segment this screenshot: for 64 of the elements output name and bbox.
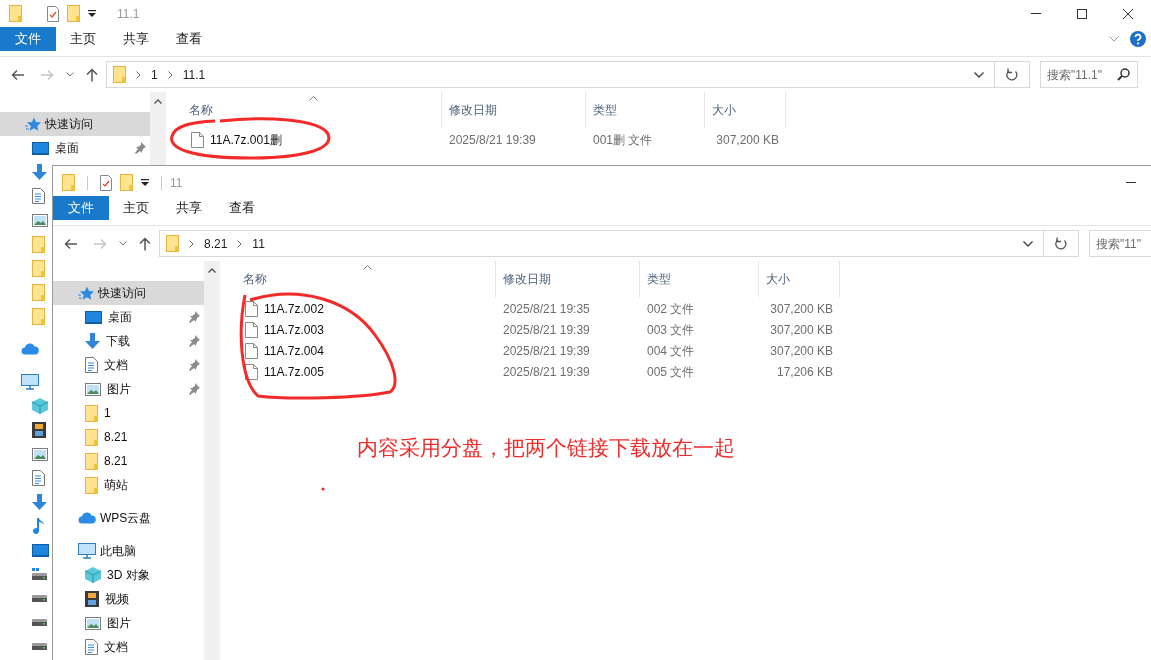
breadcrumb-link[interactable]: 11.1 bbox=[182, 65, 206, 84]
sidebar-item[interactable]: 图片 bbox=[53, 377, 204, 401]
file-name[interactable]: 11A.7z.001删 bbox=[210, 130, 282, 149]
sidebar-item[interactable]: 3D 对象 bbox=[53, 563, 204, 587]
modified-date: 2025/8/21 19:39 bbox=[448, 131, 537, 149]
search-field[interactable]: 搜索"11" bbox=[1089, 230, 1151, 257]
column-header[interactable]: 名称 bbox=[220, 261, 496, 297]
sidebar-item[interactable]: 视频 bbox=[53, 587, 204, 611]
file-menu-button[interactable]: 文件 bbox=[0, 27, 56, 51]
column-header[interactable]: 类型 bbox=[640, 261, 759, 297]
file-size: 307,200 KB bbox=[715, 131, 780, 149]
file-type: 001删 文件 bbox=[592, 131, 654, 149]
file-size: 307,200 KB bbox=[769, 321, 834, 339]
sidebar-item[interactable]: 8.21 bbox=[53, 449, 204, 473]
file-menu-button[interactable]: 文件 bbox=[53, 196, 109, 220]
modified-date: 2025/8/21 19:39 bbox=[502, 363, 591, 381]
sidebar-item[interactable]: 8.21 bbox=[53, 425, 204, 449]
sidebar-item[interactable]: WPS云盘 bbox=[53, 506, 204, 530]
ribbon-tab[interactable]: 共享 bbox=[162, 196, 215, 220]
sidebar-item[interactable]: 1 bbox=[53, 401, 204, 425]
ribbon-tab[interactable]: 主页 bbox=[109, 196, 162, 220]
file-size: 17,206 KB bbox=[775, 363, 834, 381]
ribbon-tab[interactable]: 查看 bbox=[162, 27, 215, 51]
sidebar-item[interactable]: 下载 bbox=[53, 329, 204, 353]
modified-date: 2025/8/21 19:35 bbox=[502, 300, 591, 318]
column-header[interactable]: 大小 bbox=[759, 261, 840, 297]
column-header[interactable]: 修改日期 bbox=[442, 92, 586, 128]
column-header[interactable]: 修改日期 bbox=[496, 261, 640, 297]
window-title: 11 bbox=[170, 174, 183, 192]
breadcrumb-link[interactable]: 8.21 bbox=[204, 234, 228, 253]
file-name[interactable]: 11A.7z.004 bbox=[264, 341, 324, 360]
annotation-text: 内容采用分盘，把两个链接下载放在一起 bbox=[357, 435, 735, 461]
address-bar[interactable]: 1 11.1 bbox=[106, 61, 1030, 88]
breadcrumb-link[interactable]: 1 bbox=[151, 65, 158, 84]
file-type: 005 文件 bbox=[646, 363, 696, 381]
file-name[interactable]: 11A.7z.003 bbox=[264, 320, 324, 339]
address-bar[interactable]: 8.21 11 bbox=[159, 230, 1079, 257]
sidebar-item[interactable]: 图片 bbox=[53, 611, 204, 635]
modified-date: 2025/8/21 19:39 bbox=[502, 342, 591, 360]
file-name[interactable]: 11A.7z.002 bbox=[264, 299, 324, 318]
ribbon-tab[interactable]: 查看 bbox=[215, 196, 268, 220]
modified-date: 2025/8/21 19:39 bbox=[502, 321, 591, 339]
column-header[interactable]: 类型 bbox=[586, 92, 705, 128]
sidebar-item[interactable]: 此电脑 bbox=[53, 539, 204, 563]
sidebar-item[interactable]: 文档 bbox=[53, 635, 204, 659]
file-type: 003 文件 bbox=[646, 321, 696, 339]
file-type: 004 文件 bbox=[646, 342, 696, 360]
window-title: 11.1 bbox=[117, 5, 140, 23]
column-header[interactable]: 名称 bbox=[166, 92, 442, 128]
file-type: 002 文件 bbox=[646, 300, 696, 318]
sidebar-item[interactable]: 快速访问 bbox=[0, 112, 150, 136]
sidebar-item[interactable]: 萌站 bbox=[53, 473, 204, 497]
search-field[interactable]: 搜索"11.1" bbox=[1040, 61, 1138, 88]
ribbon-tab[interactable]: 主页 bbox=[56, 27, 109, 51]
sidebar-item[interactable]: 桌面 bbox=[0, 136, 150, 160]
file-size: 307,200 KB bbox=[769, 300, 834, 318]
column-header[interactable]: 大小 bbox=[705, 92, 786, 128]
sidebar-item[interactable]: 文档 bbox=[53, 353, 204, 377]
breadcrumb-link[interactable]: 11 bbox=[252, 234, 265, 253]
file-name[interactable]: 11A.7z.005 bbox=[264, 362, 324, 381]
ribbon-tab[interactable]: 共享 bbox=[109, 27, 162, 51]
sidebar-item[interactable]: 桌面 bbox=[53, 305, 204, 329]
sidebar-item[interactable]: 快速访问 bbox=[53, 281, 204, 305]
file-size: 307,200 KB bbox=[769, 342, 834, 360]
